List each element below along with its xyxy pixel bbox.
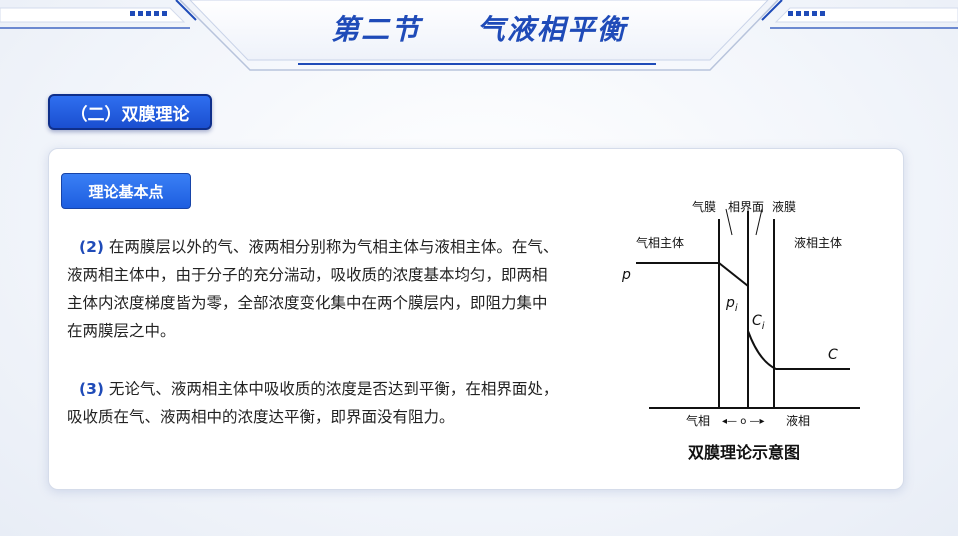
section-number: 第二节 bbox=[331, 13, 422, 46]
gas-phase-label: 气相 bbox=[686, 413, 710, 428]
section-topic: 气液相平衡 bbox=[476, 13, 627, 46]
paragraph-3: (3) 无论气、液两相主体中吸收质的浓度是否达到平衡，在相界面处，吸收质在气、液… bbox=[67, 375, 559, 431]
liquid-phase-label: 液相 bbox=[786, 413, 810, 428]
pi-label: pi bbox=[725, 295, 738, 314]
content-panel: 理论基本点 (2) 在两膜层以外的气、液两相分别称为气相主体与液相主体。在气、液… bbox=[48, 148, 904, 490]
c-label: C bbox=[828, 347, 838, 363]
paragraph-text: 在两膜层以外的气、液两相分别称为气相主体与液相主体。在气、液两相主体中，由于分子… bbox=[67, 238, 559, 340]
page-title: 第二节 气液相平衡 bbox=[0, 8, 958, 48]
paragraph-number: (3) bbox=[79, 380, 104, 398]
liquid-film-label: 液膜 bbox=[772, 199, 796, 214]
gas-film-label: 气膜 bbox=[692, 199, 716, 214]
interface-label: 相界面 bbox=[728, 200, 764, 214]
diagram-caption: 双膜理论示意图 bbox=[687, 443, 800, 462]
section-badge: （二）双膜理论 bbox=[48, 94, 212, 130]
ci-label: Ci bbox=[752, 313, 765, 332]
paragraph-number: (2) bbox=[79, 238, 104, 256]
subtitle-badge: 理论基本点 bbox=[61, 173, 191, 209]
p-label: p bbox=[621, 267, 631, 283]
phase-arrows: ◂— o —▸ bbox=[722, 416, 765, 427]
two-film-diagram: 气膜 相界面 液膜 气相主体 液相主体 p pi Ci C 气相 ◂— o —▸… bbox=[621, 199, 860, 428]
gas-bulk-label: 气相主体 bbox=[636, 235, 684, 250]
paragraph-text: 无论气、液两相主体中吸收质的浓度是否达到平衡，在相界面处，吸收质在气、液两相中的… bbox=[67, 380, 559, 426]
gas-profile-curve bbox=[636, 262, 749, 287]
paragraph-2: (2) 在两膜层以外的气、液两相分别称为气相主体与液相主体。在气、液两相主体中，… bbox=[67, 233, 559, 345]
liquid-bulk-label: 液相主体 bbox=[794, 235, 842, 250]
